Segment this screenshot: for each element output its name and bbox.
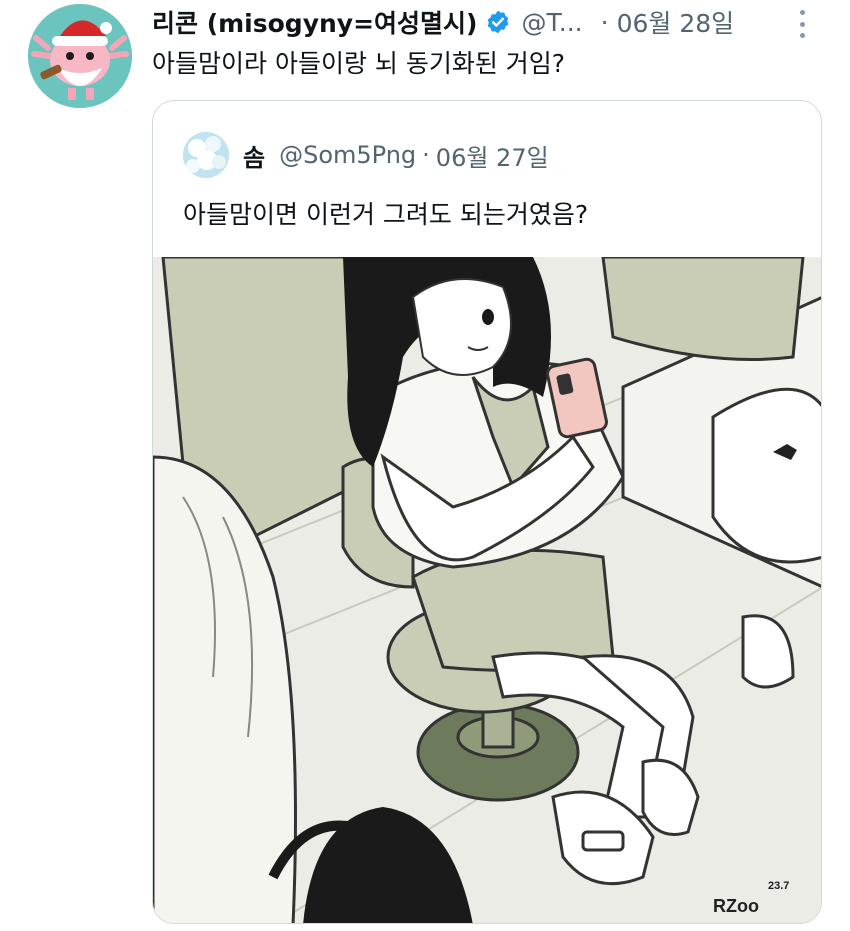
more-vertical-icon[interactable] xyxy=(792,6,812,42)
verified-badge-icon xyxy=(485,9,511,35)
artist-signature: RZoo xyxy=(713,896,759,916)
author-avatar[interactable] xyxy=(28,4,132,108)
quoted-date[interactable]: 06월 27일 xyxy=(436,138,549,173)
illustration-image: RZoo 23.7 xyxy=(153,257,821,923)
quoted-header: 솜 @Som5Png · 06월 27일 xyxy=(183,131,549,179)
tweet-date[interactable]: 06월 28일 xyxy=(617,4,735,40)
svg-text:23.7: 23.7 xyxy=(768,880,789,892)
author-handle[interactable]: @T... xyxy=(521,8,582,37)
quoted-separator-dot: · xyxy=(422,141,430,169)
quoted-display-name[interactable]: 솜 xyxy=(243,138,265,173)
quoted-media-illustration[interactable]: RZoo 23.7 xyxy=(153,257,821,923)
tweet-header: 리콘 (misogyny=여성멸시) @T... · 06월 28일 xyxy=(152,2,842,42)
quoted-author-avatar[interactable] xyxy=(183,132,229,178)
quoted-text: 아들맘이면 이런거 그려도 되는거였음? xyxy=(183,200,589,229)
tweet-text: 아들맘이라 아들이랑 뇌 동기화된 거임? xyxy=(152,49,566,78)
cotton-avatar-icon xyxy=(183,132,229,178)
author-display-name[interactable]: 리콘 (misogyny=여성멸시) xyxy=(152,4,477,40)
axolotl-santa-avatar-icon xyxy=(28,4,132,108)
quoted-tweet-card[interactable]: 솜 @Som5Png · 06월 27일 아들맘이면 이런거 그려도 되는거였음… xyxy=(152,100,822,924)
separator-dot: · xyxy=(600,7,609,37)
quoted-handle[interactable]: @Som5Png xyxy=(279,141,416,169)
